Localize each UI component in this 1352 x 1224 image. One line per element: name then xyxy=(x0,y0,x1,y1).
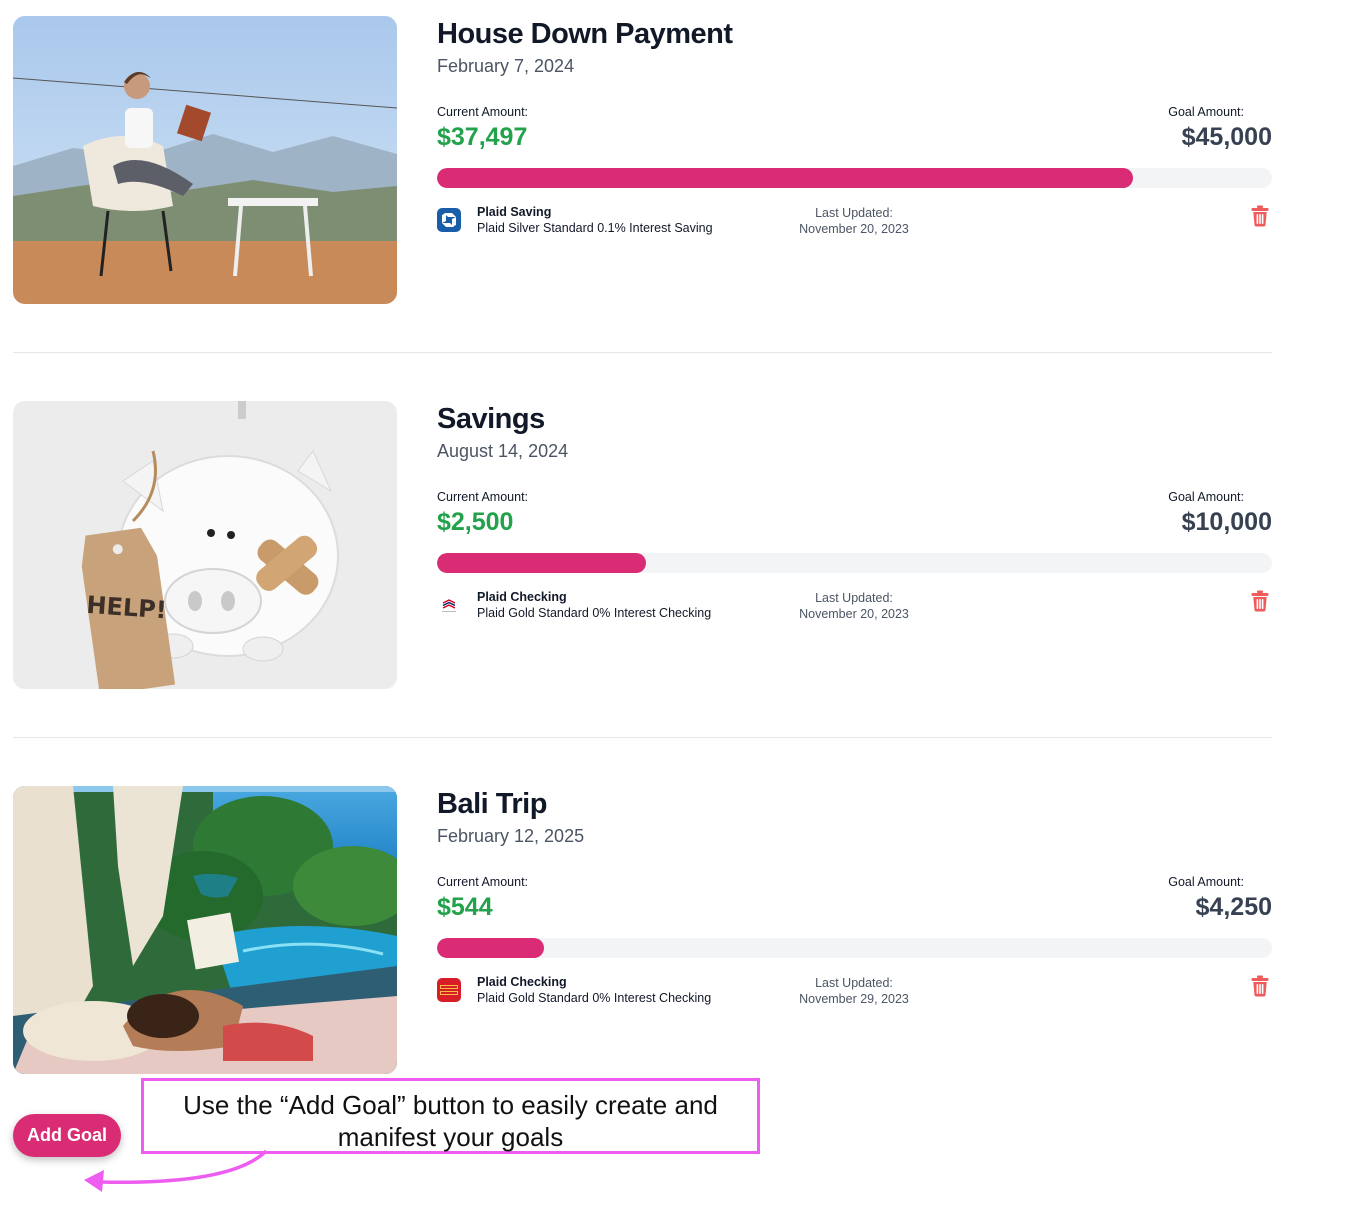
account-name: Plaid Saving xyxy=(477,205,552,219)
account-name: Plaid Checking xyxy=(477,975,567,989)
trash-icon[interactable] xyxy=(1251,590,1269,612)
trash-icon[interactable] xyxy=(1251,205,1269,227)
piggy-bank-help-tag-photo: HELP! xyxy=(13,401,397,689)
last-updated-date: November 20, 2023 xyxy=(799,607,909,621)
progress-fill xyxy=(437,168,1133,188)
progress-fill xyxy=(437,553,646,573)
goal-amount-value: $4,250 xyxy=(1195,893,1272,921)
goal-title: Savings xyxy=(437,403,545,435)
goal-date: February 7, 2024 xyxy=(437,56,575,76)
divider xyxy=(13,352,1272,353)
current-amount-value: $544 xyxy=(437,893,493,921)
current-amount-label: Current Amount: xyxy=(437,490,529,504)
current-amount-label: Current Amount: xyxy=(437,875,529,889)
goal-card: House Down Payment February 7, 2024 Curr… xyxy=(13,16,1272,304)
last-updated: Last Updated: November 20, 2023 xyxy=(784,590,924,622)
last-updated-date: November 20, 2023 xyxy=(799,222,909,236)
chase-bank-icon xyxy=(437,208,461,232)
goal-amount-label: Goal Amount: xyxy=(1168,875,1244,889)
goal-card: HELP! Savings August 14, 2024 Current Am… xyxy=(13,401,1272,689)
current-amount-label: Current Amount: xyxy=(437,105,529,119)
account-description: Plaid Silver Standard 0.1% Interest Savi… xyxy=(477,221,713,235)
goal-card: Bali Trip February 12, 2025 Current Amou… xyxy=(13,786,1272,1074)
goal-amount-label: Goal Amount: xyxy=(1168,490,1244,504)
divider xyxy=(13,737,1272,738)
woman-reading-on-terrace-photo xyxy=(13,16,397,304)
bank-of-america-icon xyxy=(437,593,461,617)
account-description: Plaid Gold Standard 0% Interest Checking xyxy=(477,606,712,620)
goal-amount-value: $10,000 xyxy=(1181,508,1272,536)
wells-fargo-icon xyxy=(437,978,461,1002)
progress-bar xyxy=(437,938,1272,958)
current-amount-value: $2,500 xyxy=(437,508,514,536)
help-tag-text: HELP! xyxy=(86,591,168,625)
last-updated-label: Last Updated: xyxy=(815,206,893,220)
goal-title: Bali Trip xyxy=(437,788,547,820)
goal-amount-value: $45,000 xyxy=(1181,123,1272,151)
trash-icon[interactable] xyxy=(1251,975,1269,997)
last-updated-date: November 29, 2023 xyxy=(799,992,909,1006)
goal-title: House Down Payment xyxy=(437,18,733,50)
account-name: Plaid Checking xyxy=(477,590,567,604)
goal-date: August 14, 2024 xyxy=(437,441,569,461)
progress-fill xyxy=(437,938,544,958)
progress-bar xyxy=(437,168,1272,188)
progress-bar xyxy=(437,553,1272,573)
account-description: Plaid Gold Standard 0% Interest Checking xyxy=(477,991,712,1005)
goal-date: February 12, 2025 xyxy=(437,826,585,846)
woman-reading-by-pool-photo xyxy=(13,786,397,1074)
last-updated: Last Updated: November 20, 2023 xyxy=(784,205,924,237)
last-updated-label: Last Updated: xyxy=(815,591,893,605)
annotation-arrow-icon xyxy=(84,1150,267,1192)
current-amount-value: $37,497 xyxy=(437,123,528,151)
last-updated: Last Updated: November 29, 2023 xyxy=(784,975,924,1007)
goal-amount-label: Goal Amount: xyxy=(1168,105,1244,119)
last-updated-label: Last Updated: xyxy=(815,976,893,990)
